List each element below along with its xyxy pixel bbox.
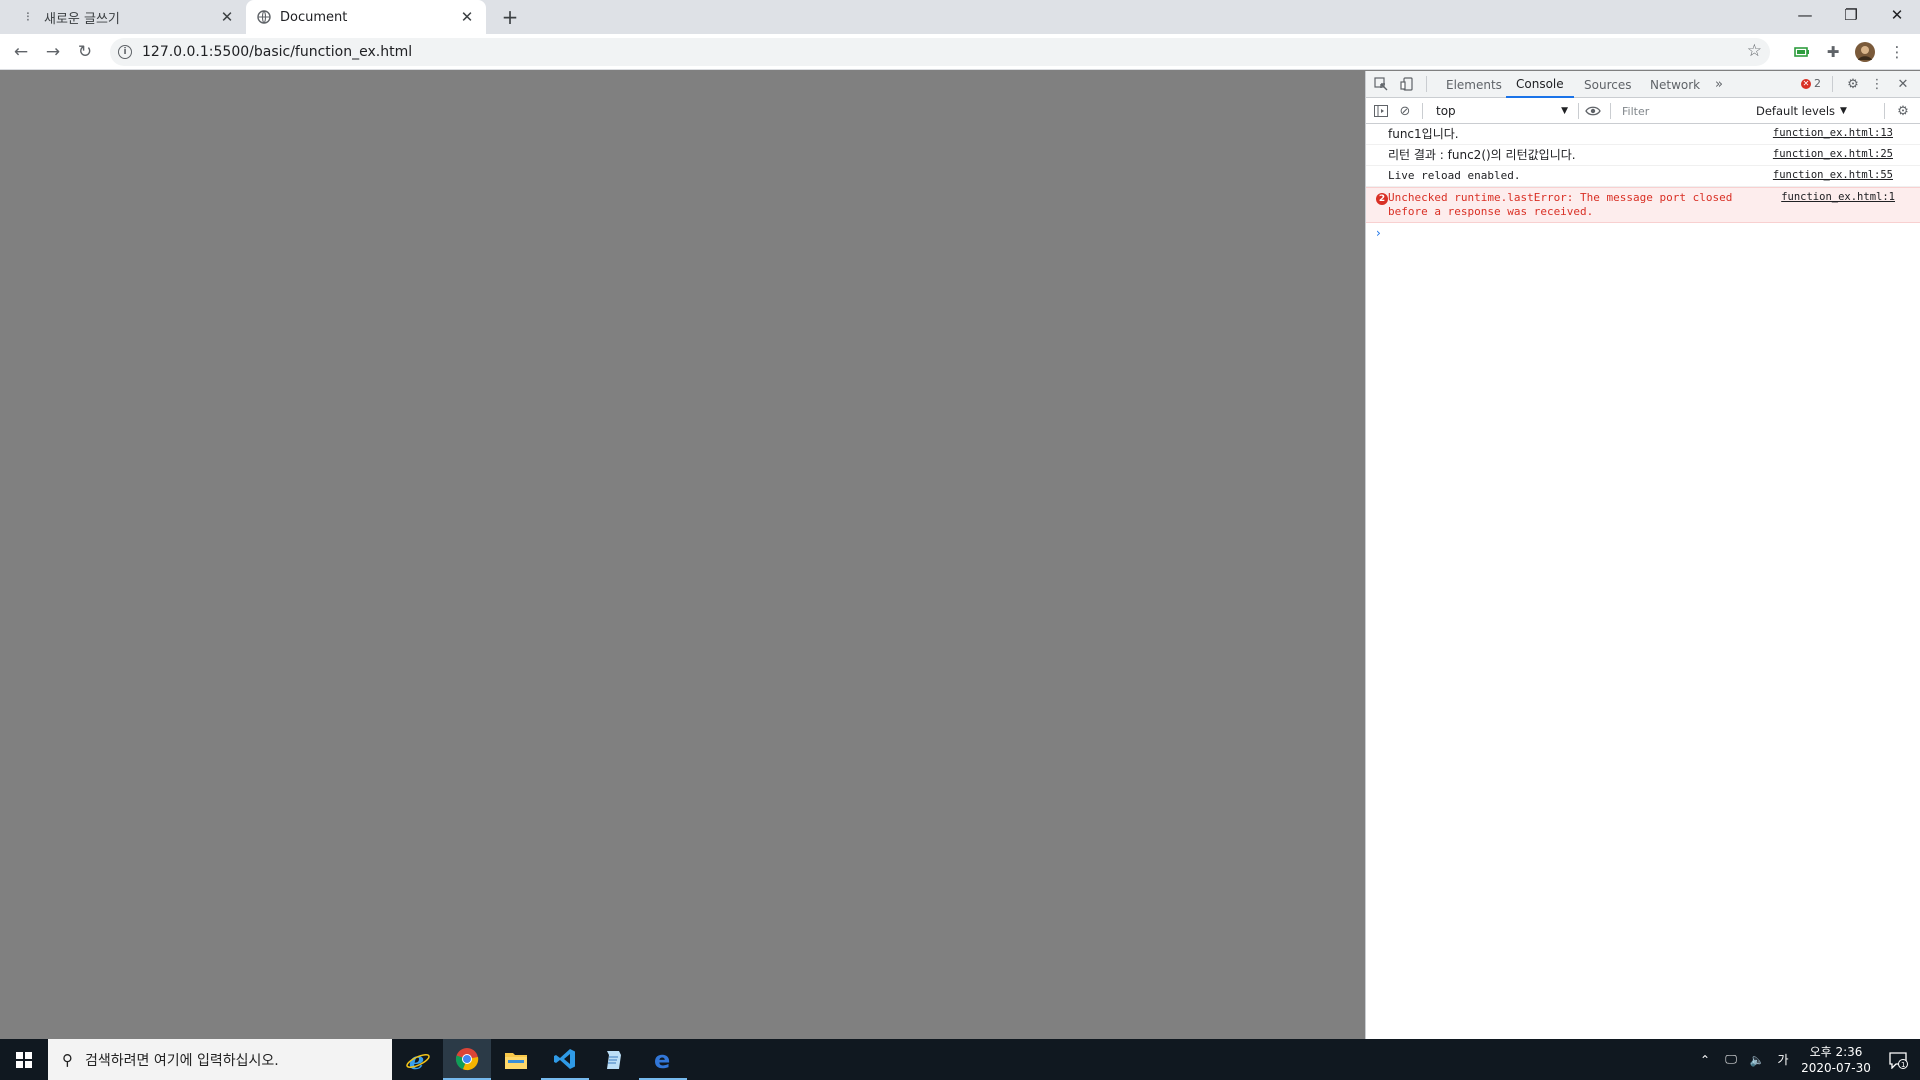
restore-button[interactable]: ❐ [1828,0,1874,30]
console-message: Live reload enabled. [1388,169,1521,182]
source-link[interactable]: function_ex.html:55 [1773,169,1893,181]
inspect-element-icon[interactable] [1372,75,1390,93]
dropdown-arrow-icon: ▼ [1840,106,1847,116]
tab-document[interactable]: Document ✕ [246,0,486,34]
notification-center-icon[interactable]: 1 [1876,1039,1920,1080]
error-icon: ✕ [1801,78,1811,89]
volume-muted-icon[interactable]: 🔈 [1747,1053,1767,1067]
url-text: 127.0.0.1:5500/basic/function_ex.html [142,44,413,60]
source-link[interactable]: function_ex.html:25 [1773,148,1893,160]
console-message: 리턴 결과 : func2()의 리턴값입니다. [1388,148,1576,162]
search-placeholder: 검색하려면 여기에 입력하십시오. [85,1052,279,1069]
edge-icon[interactable]: e [639,1039,687,1080]
reload-button[interactable]: ↻ [72,39,98,65]
tab-network[interactable]: Network [1640,71,1710,98]
notification-count: 1 [1901,1061,1905,1069]
console-toolbar: ⊘ top ▼ Filter Default levels ▼ ⚙ [1366,98,1920,124]
divider [1426,76,1427,92]
console-log-line: func1입니다. function_ex.html:13 [1366,124,1920,145]
divider [1422,103,1423,119]
live-expression-eye-icon[interactable] [1584,102,1602,120]
profile-avatar[interactable] [1854,41,1876,63]
settings-gear-icon[interactable]: ⚙ [1844,75,1862,93]
browser-menu-icon[interactable]: ⋮ [1886,41,1908,63]
console-settings-gear-icon[interactable]: ⚙ [1894,102,1912,120]
error-count: 2 [1814,77,1821,90]
globe-icon [256,9,272,25]
start-button[interactable] [0,1039,48,1080]
chrome-icon[interactable] [443,1039,491,1080]
bookmark-star-icon[interactable]: ☆ [1747,41,1762,61]
internet-explorer-icon[interactable]: e [394,1039,442,1080]
tab-title: Document [280,9,348,25]
divider [1884,103,1885,119]
clock-time: 오후 2:36 [1809,1044,1863,1059]
devtools-panel: Elements Console Sources Network » ✕ 2 ⚙… [1365,71,1920,1039]
console-output: func1입니다. function_ex.html:13 리턴 결과 : fu… [1366,124,1920,243]
minimize-button[interactable]: — [1782,0,1828,30]
taskbar-search-box[interactable]: ⚲ 검색하려면 여기에 입력하십시오. [48,1039,392,1080]
clock[interactable]: 오후 2:36 2020-07-30 [1796,1044,1876,1076]
extension-battery-icon[interactable] [1791,41,1813,63]
filter-input[interactable]: Filter [1618,102,1746,120]
console-log-line: 리턴 결과 : func2()의 리턴값입니다. function_ex.htm… [1366,145,1920,166]
dropdown-arrow-icon: ▼ [1561,106,1568,116]
info-icon[interactable]: i [118,45,132,59]
new-tab-button[interactable]: + [496,5,524,29]
tab-console[interactable]: Console [1506,71,1574,98]
console-prompt[interactable]: › [1366,223,1920,243]
ime-indicator[interactable]: 가 [1773,1051,1793,1068]
page-viewport [0,71,1365,1039]
devtools-menu-icon[interactable]: ⋮ [1868,75,1886,93]
extensions-puzzle-icon[interactable]: ✚ [1822,41,1844,63]
console-error-line: 2 Unchecked runtime.lastError: The messa… [1366,187,1920,223]
context-selector[interactable]: top ▼ [1436,102,1570,120]
context-value: top [1436,104,1456,118]
close-devtools-icon[interactable]: ✕ [1894,75,1912,93]
log-levels-label: Default levels [1756,104,1836,118]
clock-date: 2020-07-30 [1801,1060,1871,1075]
address-bar[interactable]: i 127.0.0.1:5500/basic/function_ex.html … [110,38,1770,66]
error-count-badge[interactable]: ✕ 2 [1801,77,1821,90]
source-link[interactable]: function_ex.html:1 [1781,191,1895,203]
divider [1832,76,1833,92]
clear-console-icon[interactable]: ⊘ [1396,102,1414,120]
divider [1578,103,1579,119]
tab-title: 새로운 글쓰기 [44,11,120,27]
log-levels-dropdown[interactable]: Default levels ▼ [1756,102,1847,120]
search-icon: ⚲ [62,1050,73,1069]
tab-strip: ⁝ 새로운 글쓰기 ✕ Document ✕ + — ❐ ✕ [0,0,1920,34]
console-log-line: Live reload enabled. function_ex.html:55 [1366,166,1920,187]
notepad-icon[interactable] [590,1039,638,1080]
console-message: func1입니다. [1388,127,1459,141]
tab-elements[interactable]: Elements [1436,71,1512,98]
system-tray: ⌃ 🖵 🔈 가 오후 2:36 2020-07-30 1 [1692,1039,1920,1080]
close-tab-icon[interactable]: ✕ [218,8,236,26]
tab-sources[interactable]: Sources [1574,71,1641,98]
app-icon: ⁝ [25,9,31,25]
device-toolbar-icon[interactable] [1398,75,1416,93]
prompt-chevron-icon: › [1376,226,1381,240]
back-button[interactable]: ← [8,39,34,65]
more-tabs-icon[interactable]: » [1710,75,1728,93]
svg-text:e: e [654,1047,670,1071]
browser-toolbar: ← → ↻ i 127.0.0.1:5500/basic/function_ex… [0,34,1920,70]
close-tab-icon[interactable]: ✕ [458,8,476,26]
windows-logo-icon [16,1051,32,1068]
forward-button[interactable]: → [40,39,66,65]
error-count-icon: 2 [1376,193,1388,205]
windows-taskbar: ⚲ 검색하려면 여기에 입력하십시오. e e ⌃ 🖵 🔈 가 오후 2:36 … [0,1039,1920,1080]
sidebar-toggle-icon[interactable] [1372,102,1390,120]
chevron-up-icon[interactable]: ⌃ [1695,1053,1715,1067]
console-error-message: Unchecked runtime.lastError: The message… [1388,191,1733,218]
vscode-icon[interactable] [541,1039,589,1080]
tab-new-post[interactable]: ⁝ 새로운 글쓰기 ✕ [10,0,246,34]
source-link[interactable]: function_ex.html:13 [1773,127,1893,139]
close-window-button[interactable]: ✕ [1874,0,1920,30]
network-icon[interactable]: 🖵 [1721,1052,1741,1067]
file-explorer-icon[interactable] [492,1039,540,1080]
devtools-tab-bar: Elements Console Sources Network » ✕ 2 ⚙… [1366,71,1920,98]
divider [1610,103,1611,119]
